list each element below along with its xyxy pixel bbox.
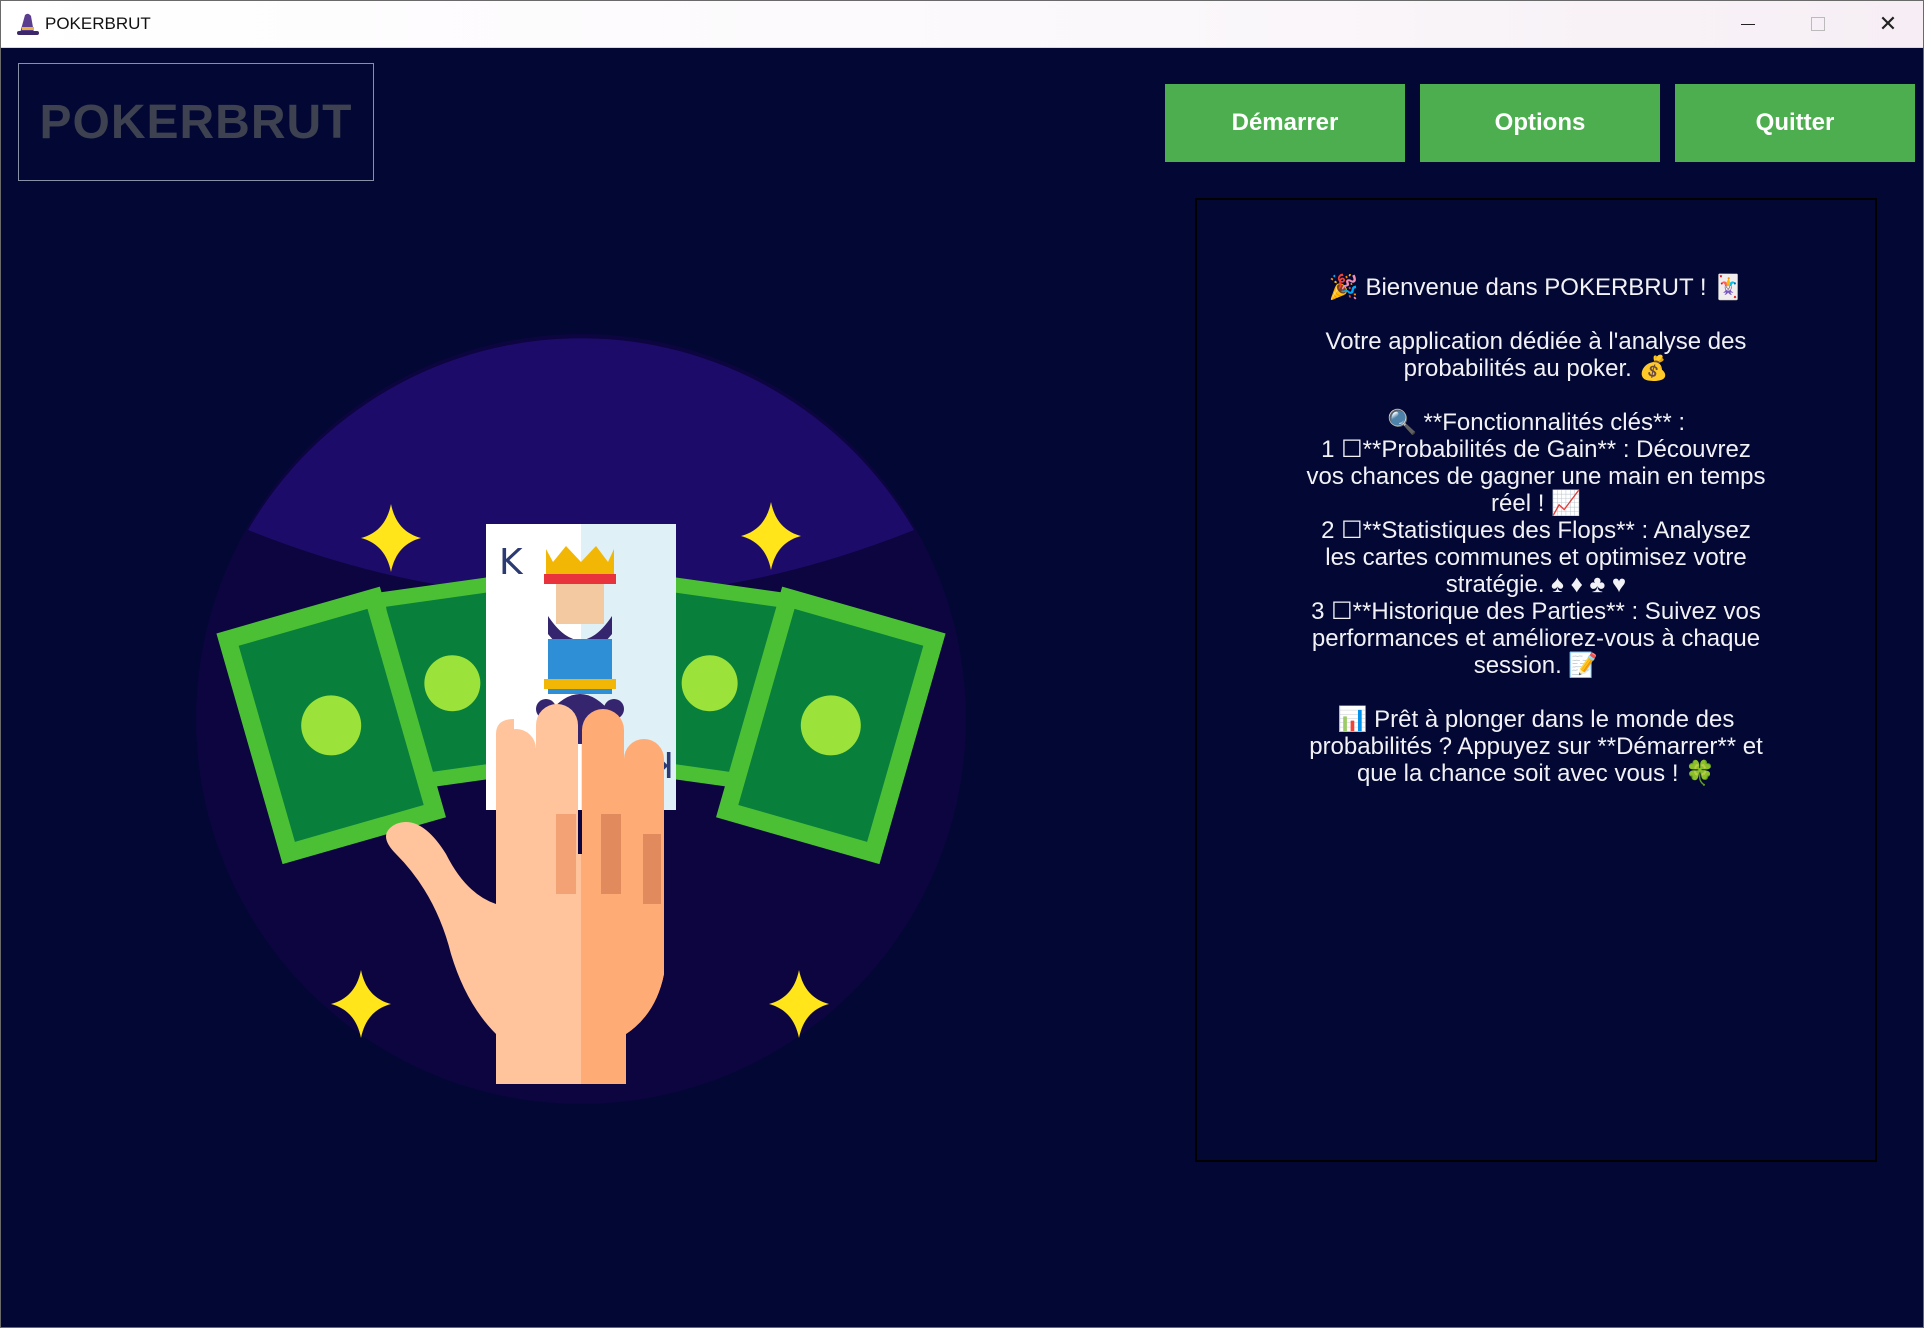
title-bar[interactable]: POKERBRUT ✕: [1, 1, 1923, 48]
welcome-line: 🎉 Bienvenue dans POKERBRUT ! 🃏: [1328, 274, 1744, 301]
outro-text: 📊 Prêt à plonger dans le monde des proba…: [1309, 706, 1763, 787]
options-button[interactable]: Options: [1420, 84, 1660, 162]
main-area: POKERBRUT Démarrer Options Quitter K 🎉 B…: [1, 48, 1923, 1327]
logo-text: POKERBRUT: [39, 95, 353, 149]
wizard-hat-icon: [17, 13, 39, 35]
card-rank-top: K: [499, 542, 524, 583]
feature-1: 1 ☐**Probabilités de Gain** : Découvrez …: [1306, 436, 1766, 517]
info-text: 🎉 Bienvenue dans POKERBRUT ! 🃏 Votre app…: [1197, 274, 1875, 787]
logo-box: POKERBRUT: [18, 63, 374, 181]
features-title: 🔍 **Fonctionnalités clés** :: [1386, 409, 1686, 436]
close-button[interactable]: ✕: [1853, 1, 1923, 47]
close-icon: ✕: [1878, 11, 1898, 36]
minimize-icon: [1741, 23, 1755, 25]
app-window: POKERBRUT ✕ POKERBRUT Démarrer Options Q…: [0, 0, 1924, 1328]
window-title: POKERBRUT: [45, 14, 151, 33]
maximize-button[interactable]: [1783, 1, 1853, 47]
maximize-icon: [1811, 17, 1825, 31]
quit-button[interactable]: Quitter: [1675, 84, 1915, 162]
info-panel: 🎉 Bienvenue dans POKERBRUT ! 🃏 Votre app…: [1195, 198, 1877, 1162]
start-button[interactable]: Démarrer: [1165, 84, 1405, 162]
minimize-button[interactable]: [1713, 1, 1783, 47]
feature-2: 2 ☐**Statistiques des Flops** : Analysez…: [1321, 517, 1751, 598]
poker-illustration: K K: [196, 334, 966, 1104]
feature-3: 3 ☐**Historique des Parties** : Suivez v…: [1311, 598, 1761, 679]
intro-text: Votre application dédiée à l'analyse des…: [1325, 328, 1747, 382]
